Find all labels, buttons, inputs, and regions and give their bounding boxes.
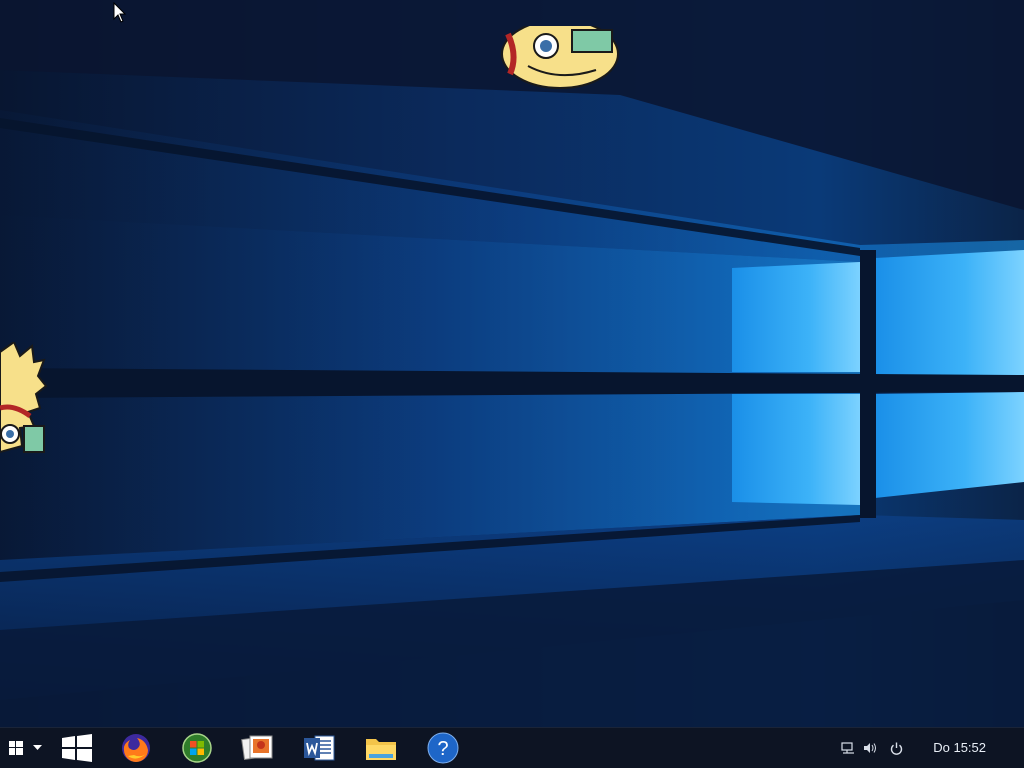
folder-icon	[366, 739, 396, 760]
wallpaper	[0, 0, 1024, 727]
power-button[interactable]	[885, 728, 907, 768]
taskbar-item-firefox[interactable]	[115, 728, 157, 768]
windows-media-icon	[182, 733, 212, 763]
taskbar-item-word[interactable]	[298, 728, 340, 768]
taskbar-item-windows-logo[interactable]	[56, 728, 98, 768]
chevron-down-icon[interactable]	[32, 745, 42, 751]
word-icon	[304, 735, 335, 761]
start-button[interactable]	[0, 728, 50, 768]
taskbar-item-file-explorer[interactable]	[359, 728, 403, 768]
taskbar: ? Do 15:52	[0, 727, 1024, 768]
taskbar-item-photo-gallery[interactable]	[237, 728, 279, 768]
cartoon-character-sticker-top[interactable]	[498, 26, 626, 90]
help-glyph: ?	[437, 738, 448, 760]
volume-icon	[864, 743, 877, 753]
photo-gallery-icon	[241, 735, 273, 760]
cartoon-character-sticker-left[interactable]	[0, 342, 48, 470]
help-icon: ?	[427, 732, 459, 764]
power-icon	[890, 742, 902, 755]
network-status[interactable]	[837, 728, 859, 768]
windows-logo-icon	[62, 734, 92, 762]
volume-control[interactable]	[859, 728, 881, 768]
network-icon	[841, 742, 855, 754]
taskbar-item-help[interactable]: ?	[421, 728, 465, 768]
taskbar-clock[interactable]: Do 15:52	[907, 728, 1024, 768]
mouse-cursor-icon	[113, 2, 127, 23]
desktop[interactable]	[0, 0, 1024, 727]
windows-logo-icon	[8, 741, 23, 755]
taskbar-item-windows-media[interactable]	[176, 728, 218, 768]
firefox-icon	[122, 734, 150, 762]
system-tray: Do 15:52	[837, 728, 1024, 768]
